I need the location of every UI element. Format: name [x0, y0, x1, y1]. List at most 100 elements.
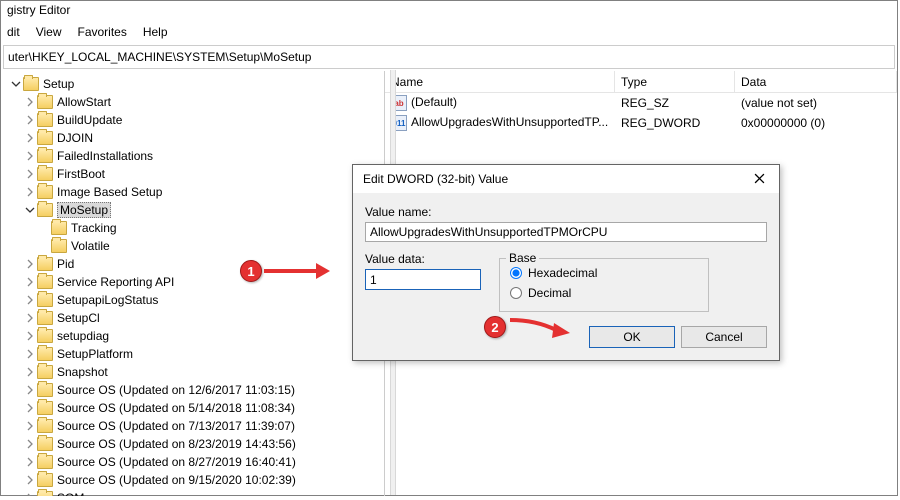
chevron-right-icon[interactable] [23, 493, 37, 496]
arrow-right-icon [262, 261, 330, 281]
chevron-down-icon[interactable] [9, 79, 23, 89]
tree-node[interactable]: Source OS (Updated on 8/23/2019 14:43:56… [9, 435, 384, 453]
folder-icon [37, 419, 53, 433]
tree-node[interactable]: Source OS (Updated on 8/27/2019 16:40:41… [9, 453, 384, 471]
chevron-right-icon[interactable] [23, 115, 37, 125]
folder-icon [37, 473, 53, 487]
tree-node[interactable]: Snapshot [9, 363, 384, 381]
chevron-right-icon[interactable] [23, 97, 37, 107]
chevron-right-icon[interactable] [23, 187, 37, 197]
tree-node[interactable]: DJOIN [9, 129, 384, 147]
cancel-button[interactable]: Cancel [681, 326, 767, 348]
folder-icon [37, 275, 53, 289]
folder-icon [37, 113, 53, 127]
chevron-right-icon[interactable] [23, 367, 37, 377]
radio-dec[interactable] [510, 287, 522, 299]
value-data-field[interactable] [365, 269, 481, 290]
chevron-right-icon[interactable] [23, 169, 37, 179]
tree-label: Pid [57, 257, 74, 271]
tree-node[interactable]: Source OS (Updated on 7/13/2017 11:39:07… [9, 417, 384, 435]
folder-icon [37, 437, 53, 451]
tree-node[interactable]: SetupCl [9, 309, 384, 327]
chevron-down-icon[interactable] [23, 205, 37, 215]
base-group: Base Hexadecimal Decimal [499, 258, 709, 312]
folder-icon [37, 383, 53, 397]
annotation-2: 2 [484, 316, 570, 338]
chevron-right-icon[interactable] [23, 403, 37, 413]
tree-node[interactable]: setupdiag [9, 327, 384, 345]
folder-icon [37, 185, 53, 199]
tree-node[interactable]: AllowStart [9, 93, 384, 111]
folder-icon [37, 347, 53, 361]
col-header-data[interactable]: Data [735, 71, 897, 92]
chevron-right-icon[interactable] [23, 277, 37, 287]
chevron-right-icon[interactable] [23, 475, 37, 485]
list-header: Name Type Data [385, 71, 897, 93]
tree-node[interactable]: FailedInstallations [9, 147, 384, 165]
chevron-right-icon[interactable] [23, 259, 37, 269]
col-header-name[interactable]: Name [385, 71, 615, 92]
tree-label: SQM [57, 491, 84, 496]
tree-node[interactable]: Source OS (Updated on 5/14/2018 11:08:34… [9, 399, 384, 417]
folder-icon [37, 95, 53, 109]
chevron-right-icon[interactable] [23, 439, 37, 449]
tree-label: Source OS (Updated on 5/14/2018 11:08:34… [57, 401, 295, 415]
folder-icon [37, 491, 53, 496]
radio-hex[interactable] [510, 267, 522, 279]
tree-label: Source OS (Updated on 12/6/2017 11:03:15… [57, 383, 295, 397]
chevron-right-icon[interactable] [23, 421, 37, 431]
radio-hex-row[interactable]: Hexadecimal [510, 263, 698, 283]
tree-node[interactable]: SetupapiLogStatus [9, 291, 384, 309]
chevron-right-icon[interactable] [23, 133, 37, 143]
ok-button[interactable]: OK [589, 326, 675, 348]
tree-node[interactable]: Volatile [9, 237, 384, 255]
close-button[interactable] [739, 165, 779, 193]
folder-icon [37, 149, 53, 163]
chevron-right-icon[interactable] [23, 457, 37, 467]
chevron-right-icon[interactable] [23, 349, 37, 359]
tree-node[interactable]: Image Based Setup [9, 183, 384, 201]
cell-data: (value not set) [741, 96, 817, 110]
menu-edit[interactable]: dit [7, 25, 20, 41]
radio-dec-row[interactable]: Decimal [510, 283, 698, 303]
tree-node[interactable]: Source OS (Updated on 9/15/2020 10:02:39… [9, 471, 384, 489]
list-row[interactable]: ab(Default)REG_SZ(value not set) [385, 93, 897, 113]
path-bar[interactable]: uter\HKEY_LOCAL_MACHINE\SYSTEM\Setup\MoS… [3, 45, 895, 69]
list-row[interactable]: 011AllowUpgradesWithUnsupportedTP...REG_… [385, 113, 897, 133]
chevron-right-icon[interactable] [23, 331, 37, 341]
tree-label: Snapshot [57, 365, 108, 379]
tree-node[interactable]: FirstBoot [9, 165, 384, 183]
radio-dec-label: Decimal [528, 286, 571, 300]
chevron-right-icon[interactable] [23, 151, 37, 161]
menu-favorites[interactable]: Favorites [77, 25, 126, 41]
chevron-right-icon[interactable] [23, 295, 37, 305]
menu-view[interactable]: View [36, 25, 62, 41]
chevron-right-icon[interactable] [23, 313, 37, 323]
cell-type: REG_SZ [621, 96, 669, 110]
menu-help[interactable]: Help [143, 25, 168, 41]
col-header-type[interactable]: Type [615, 71, 735, 92]
cell-name: (Default) [411, 95, 457, 109]
tree-panel: Setup AllowStart BuildUpdate DJOIN FailedIn… [1, 71, 385, 496]
cell-type: REG_DWORD [621, 116, 700, 130]
folder-icon [37, 455, 53, 469]
cell-name: AllowUpgradesWithUnsupportedTP... [411, 115, 608, 129]
base-legend: Base [506, 251, 539, 265]
tree-node[interactable]: Tracking [9, 219, 384, 237]
dialog-title-bar: Edit DWORD (32-bit) Value [353, 165, 779, 193]
tree-label: DJOIN [57, 131, 93, 145]
chevron-right-icon[interactable] [23, 385, 37, 395]
tree-label: FirstBoot [57, 167, 105, 181]
arrow-right-icon [506, 316, 570, 338]
tree-node[interactable]: BuildUpdate [9, 111, 384, 129]
value-name-field[interactable] [365, 222, 767, 242]
tree-node-mosetup[interactable]: MoSetup [9, 201, 384, 219]
window-title: gistry Editor [1, 1, 897, 23]
tree-node[interactable]: Source OS (Updated on 12/6/2017 11:03:15… [9, 381, 384, 399]
folder-icon [37, 401, 53, 415]
tree-label: Source OS (Updated on 9/15/2020 10:02:39… [57, 473, 296, 487]
tree-node-setup[interactable]: Setup [9, 75, 384, 93]
tree-node[interactable]: SQM [9, 489, 384, 496]
tree-node[interactable]: SetupPlatform [9, 345, 384, 363]
tree-label: BuildUpdate [57, 113, 122, 127]
